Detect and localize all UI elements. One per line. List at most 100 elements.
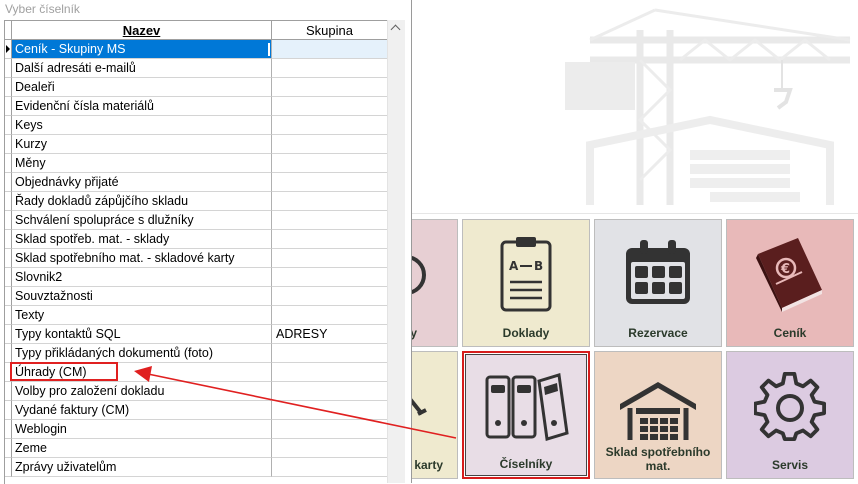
table-row[interactable]: Kurzy [5,135,388,154]
row-selector[interactable] [5,78,12,97]
cell-nazev[interactable]: Sklad spotřeb. mat. - sklady [12,230,272,249]
row-selector[interactable] [5,97,12,116]
cell-nazev[interactable]: Weblogin [12,420,272,439]
tile-sklad[interactable]: Sklad spotřebního mat. [594,351,722,479]
row-selector[interactable] [5,287,12,306]
cell-skupina[interactable] [272,59,388,78]
table-row[interactable]: Keys [5,116,388,135]
table-row[interactable]: Další adresáti e-mailů [5,59,388,78]
table-row[interactable]: Schválení spolupráce s dlužníky [5,211,388,230]
column-header-skupina[interactable]: Skupina [272,21,388,40]
cell-skupina[interactable] [272,287,388,306]
table-row[interactable]: Ceník - Skupiny MS [5,40,388,59]
table-row[interactable]: Texty [5,306,388,325]
row-selector[interactable] [5,439,12,458]
tile-doklady[interactable]: A B Doklady [462,219,590,347]
table-row[interactable]: Sklad spotřebního mat. - skladové karty [5,249,388,268]
row-selector[interactable] [5,192,12,211]
cell-skupina[interactable] [272,78,388,97]
dialog-titlebar[interactable]: Vyber číselník [0,0,411,20]
cell-skupina[interactable] [272,249,388,268]
cell-nazev[interactable]: Řady dokladů zápůjčího skladu [12,192,272,211]
cell-skupina[interactable] [272,439,388,458]
cell-skupina[interactable] [272,97,388,116]
row-selector[interactable] [5,116,12,135]
cell-nazev[interactable]: Objednávky přijaté [12,173,272,192]
cell-skupina[interactable] [272,154,388,173]
vertical-scrollbar[interactable] [387,20,405,483]
cell-nazev[interactable]: Měny [12,154,272,173]
table-row[interactable]: Evidenční čísla materiálů [5,97,388,116]
table-row[interactable]: Typy přikládaných dokumentů (foto) [5,344,388,363]
tile-cenik[interactable]: € Ceník [726,219,854,347]
cell-nazev[interactable]: Další adresáti e-mailů [12,59,272,78]
cell-skupina[interactable] [272,230,388,249]
cell-skupina[interactable] [272,401,388,420]
cell-nazev[interactable]: Ceník - Skupiny MS [12,40,272,59]
row-selector[interactable] [5,420,12,439]
cell-skupina[interactable] [272,306,388,325]
cell-skupina[interactable] [272,192,388,211]
cell-skupina[interactable] [272,135,388,154]
cell-nazev[interactable]: Souvztažnosti [12,287,272,306]
row-selector[interactable] [5,135,12,154]
tile-ciselniky[interactable]: Číselníky [462,351,590,479]
cell-skupina[interactable] [272,268,388,287]
cell-nazev[interactable]: Zprávy uživatelům [12,458,272,477]
cell-nazev[interactable]: Vydané faktury (CM) [12,401,272,420]
table-row[interactable]: Vydané faktury (CM) [5,401,388,420]
table-row[interactable]: Objednávky přijaté [5,173,388,192]
table-row[interactable]: Řady dokladů zápůjčího skladu [5,192,388,211]
row-selector[interactable] [5,306,12,325]
row-selector[interactable] [5,173,12,192]
cell-skupina[interactable] [272,40,388,59]
cell-skupina[interactable] [272,420,388,439]
row-selector[interactable] [5,211,12,230]
cell-skupina[interactable]: ADRESY [272,325,388,344]
cell-skupina[interactable] [272,211,388,230]
table-row[interactable]: Sklad spotřeb. mat. - sklady [5,230,388,249]
table-row[interactable]: Měny [5,154,388,173]
cell-nazev[interactable]: Kurzy [12,135,272,154]
cell-nazev[interactable]: Dealeři [12,78,272,97]
table-row[interactable]: Slovnik2 [5,268,388,287]
column-header-nazev[interactable]: Nazev [12,21,272,40]
row-selector[interactable] [5,154,12,173]
table-row[interactable]: Zprávy uživatelům [5,458,388,477]
table-row[interactable]: Weblogin [5,420,388,439]
cell-nazev[interactable]: Typy přikládaných dokumentů (foto) [12,344,272,363]
row-selector[interactable] [5,268,12,287]
scroll-up-arrow-icon[interactable] [388,20,405,37]
table-row[interactable]: Dealeři [5,78,388,97]
tile-rezervace[interactable]: Rezervace [594,219,722,347]
row-selector[interactable] [5,59,12,78]
cell-nazev[interactable]: Schválení spolupráce s dlužníky [12,211,272,230]
cell-nazev[interactable]: Sklad spotřebního mat. - skladové karty [12,249,272,268]
cell-skupina[interactable] [272,458,388,477]
cell-nazev[interactable]: Evidenční čísla materiálů [12,97,272,116]
table-row[interactable]: Zeme [5,439,388,458]
row-selector[interactable] [5,401,12,420]
cell-nazev[interactable]: Typy kontaktů SQL [12,325,272,344]
cell-skupina[interactable] [272,344,388,363]
table-row[interactable]: Souvztažnosti [5,287,388,306]
row-selector[interactable] [5,249,12,268]
cell-nazev[interactable]: Keys [12,116,272,135]
table-row[interactable]: Volby pro založení dokladu [5,382,388,401]
row-selector[interactable] [5,230,12,249]
cell-nazev[interactable]: Zeme [12,439,272,458]
cell-nazev[interactable]: Texty [12,306,272,325]
cell-nazev[interactable]: Volby pro založení dokladu [12,382,272,401]
table-row[interactable]: Typy kontaktů SQL ADRESY [5,325,388,344]
cell-skupina[interactable] [272,173,388,192]
cell-skupina[interactable] [272,116,388,135]
cell-nazev[interactable]: Slovnik2 [12,268,272,287]
cell-skupina[interactable] [272,382,388,401]
tile-servis[interactable]: Servis [726,351,854,479]
row-selector[interactable] [5,344,12,363]
cell-skupina[interactable] [272,363,388,382]
row-selector[interactable] [5,325,12,344]
row-selector[interactable] [5,40,12,59]
row-selector[interactable] [5,382,12,401]
row-selector[interactable] [5,458,12,477]
